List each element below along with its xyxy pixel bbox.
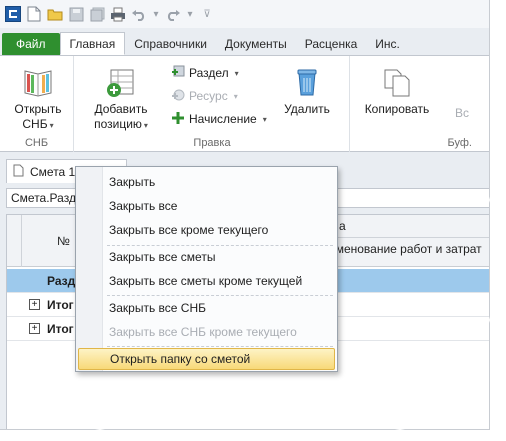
tab-references[interactable]: Справочники xyxy=(125,33,216,55)
menu-item-close-all[interactable]: Закрыть все xyxy=(78,195,335,217)
menu-item-close-all-estimates[interactable]: Закрыть все сметы xyxy=(78,246,335,268)
section-button[interactable]: Раздел ▾ xyxy=(171,64,239,82)
redo-icon[interactable] xyxy=(164,5,182,23)
tab-tools[interactable]: Инс. xyxy=(366,33,409,55)
application-window: ▾ ▾ ⊽ Файл Главная Справочники Документы… xyxy=(0,0,490,430)
print-icon[interactable] xyxy=(109,5,127,23)
paste-label: Вс xyxy=(454,106,469,120)
row-label: Итог xyxy=(47,298,74,312)
context-menu: Закрыть Закрыть все Закрыть все кроме те… xyxy=(75,166,338,372)
add-table-icon xyxy=(103,64,139,100)
open-snb-label-2: СНБ ▾ xyxy=(22,117,54,131)
quick-access-toolbar: ▾ ▾ ⊽ xyxy=(0,0,489,28)
resource-label: Ресурс xyxy=(189,89,228,103)
ribbon-group-edit: Добавить позицию ▾ Раздел ▾ Ресурс ▾ Начи… xyxy=(75,56,350,152)
open-folder-icon[interactable] xyxy=(46,5,64,23)
copy-button[interactable]: Копировать xyxy=(361,64,433,117)
tab-documents[interactable]: Документы xyxy=(216,33,296,55)
open-snb-button[interactable]: Открыть СНБ ▾ xyxy=(10,64,66,133)
tab-pricing[interactable]: Расценка xyxy=(296,33,367,55)
menu-item-close-all-snb[interactable]: Закрыть все СНБ xyxy=(78,297,335,319)
section-label: Раздел xyxy=(189,66,229,80)
save-icon[interactable] xyxy=(67,5,85,23)
copy-icon xyxy=(379,64,415,100)
resource-button[interactable]: Ресурс ▾ xyxy=(171,87,238,105)
expand-icon[interactable]: + xyxy=(29,323,40,334)
torn-edge-bottom xyxy=(0,429,506,441)
expand-icon[interactable]: + xyxy=(29,299,40,310)
add-section-icon xyxy=(171,65,185,82)
delete-label: Удалить xyxy=(284,102,330,116)
tab-home[interactable]: Главная xyxy=(59,32,126,55)
accrual-button[interactable]: Начисление ▾ xyxy=(171,110,267,128)
header-work-name: именование работ и затрат xyxy=(329,242,482,256)
ribbon-group-caption-edit: Правка xyxy=(193,137,231,149)
add-position-button[interactable]: Добавить позицию ▾ xyxy=(85,64,157,133)
open-snb-label-1: Открыть xyxy=(14,102,62,116)
menu-item-close[interactable]: Закрыть xyxy=(78,171,335,193)
recycle-bin-icon xyxy=(289,64,325,100)
redo-dropdown-icon[interactable]: ▾ xyxy=(185,9,195,20)
ribbon-panel: Открыть СНБ ▾ СНБ Добавить позицию ▾ Разде… xyxy=(0,56,489,152)
menu-item-open-estimate-folder[interactable]: Открыть папку со сметой xyxy=(78,348,335,370)
menu-item-close-all-estimates-but-current[interactable]: Закрыть все сметы кроме текущей xyxy=(78,270,335,292)
new-document-icon[interactable] xyxy=(25,5,43,23)
save-all-icon[interactable] xyxy=(88,5,106,23)
ribbon-group-buffer: Копировать Вс Буф. xyxy=(351,56,489,152)
row-label: Разд xyxy=(47,274,76,288)
menu-item-close-all-but-current[interactable]: Закрыть все кроме текущего xyxy=(78,219,335,241)
menu-separator xyxy=(107,295,333,296)
copy-label: Копировать xyxy=(364,102,430,116)
add-accrual-icon xyxy=(171,111,185,128)
header-group: а xyxy=(339,219,346,233)
ribbon-group-snb: Открыть СНБ ▾ СНБ xyxy=(0,56,74,152)
application-screenshot: ▾ ▾ ⊽ Файл Главная Справочники Документы… xyxy=(0,0,506,441)
menu-item-close-all-snb-but-current[interactable]: Закрыть все СНБ кроме текущего xyxy=(78,321,335,343)
paste-button[interactable]: Вс xyxy=(447,106,477,121)
app-logo-icon[interactable] xyxy=(4,5,22,23)
delete-button[interactable]: Удалить xyxy=(279,64,335,117)
book-icon xyxy=(20,64,56,100)
menu-separator xyxy=(107,346,333,347)
add-resource-icon xyxy=(171,88,185,105)
ribbon-tab-bar: Файл Главная Справочники Документы Расце… xyxy=(0,32,489,56)
document-icon xyxy=(13,164,24,180)
row-label: Итог xyxy=(47,322,74,336)
torn-edge-right xyxy=(489,0,506,441)
ribbon-group-caption-buffer: Буф. xyxy=(447,137,472,149)
undo-dropdown-icon[interactable]: ▾ xyxy=(151,9,161,20)
ribbon-group-caption-snb: СНБ xyxy=(24,137,49,149)
add-position-label-1: Добавить xyxy=(94,102,148,116)
header-number: № xyxy=(57,234,70,248)
add-position-label-2: позицию ▾ xyxy=(94,117,148,131)
document-tab-label: Смета 1 xyxy=(30,164,76,179)
customize-icon[interactable]: ⊽ xyxy=(198,9,216,20)
accrual-label: Начисление xyxy=(189,112,257,126)
undo-icon[interactable] xyxy=(130,5,148,23)
tab-file[interactable]: Файл xyxy=(2,33,60,55)
